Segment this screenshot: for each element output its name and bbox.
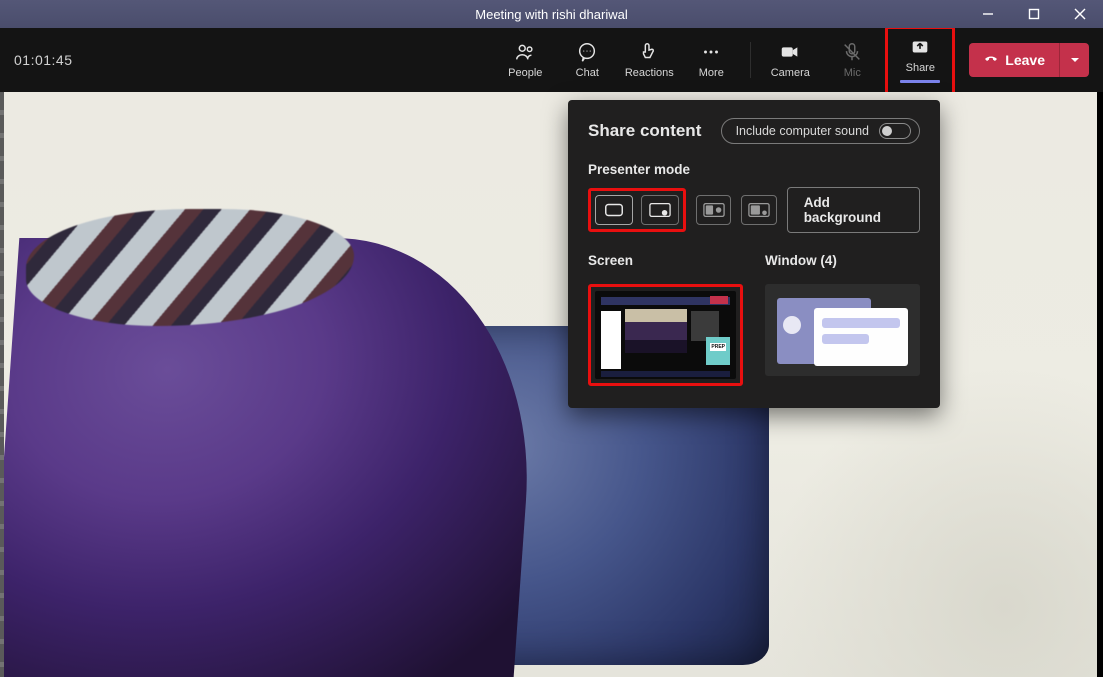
more-button[interactable]: More xyxy=(682,31,740,89)
screen-thumbnail[interactable]: PREP xyxy=(595,291,736,379)
meeting-timer: 01:01:45 xyxy=(14,52,73,68)
presenter-mode-highlight xyxy=(588,188,686,232)
share-icon xyxy=(909,36,931,58)
add-background-label: Add background xyxy=(804,195,881,225)
hangup-icon xyxy=(983,51,999,70)
presenter-mode-side-by-side[interactable] xyxy=(696,195,731,225)
share-label: Share xyxy=(906,62,935,74)
chat-button[interactable]: Chat xyxy=(558,31,616,89)
close-button[interactable] xyxy=(1057,0,1103,28)
camera-label: Camera xyxy=(771,67,810,79)
leave-label: Leave xyxy=(1005,52,1045,68)
more-icon xyxy=(700,41,722,63)
leave-button[interactable]: Leave xyxy=(969,43,1059,77)
toolbar-divider xyxy=(750,42,751,78)
window-controls xyxy=(965,0,1103,28)
reactions-button[interactable]: Reactions xyxy=(620,31,678,89)
share-content-panel: Share content Include computer sound Pre… xyxy=(568,100,940,408)
people-button[interactable]: People xyxy=(496,31,554,89)
share-button[interactable]: Share xyxy=(891,31,949,89)
reactions-label: Reactions xyxy=(625,67,674,79)
screen-highlight: PREP xyxy=(588,284,743,386)
meeting-toolbar: 01:01:45 People Chat Reactions More Came… xyxy=(0,28,1103,92)
meeting-title: Meeting with rishi dhariwal xyxy=(475,7,627,22)
include-sound-label: Include computer sound xyxy=(736,124,869,138)
people-icon xyxy=(514,41,536,63)
chat-label: Chat xyxy=(576,67,599,79)
reactions-icon xyxy=(638,41,660,63)
window-thumbnail[interactable] xyxy=(765,284,920,376)
toggle-switch-icon xyxy=(879,123,911,139)
window-label: Window (4) xyxy=(765,253,920,268)
mic-label: Mic xyxy=(844,67,861,79)
presenter-mode-content-only[interactable] xyxy=(595,195,633,225)
presenter-mode-reporter[interactable] xyxy=(741,195,776,225)
add-background-button[interactable]: Add background xyxy=(787,187,920,233)
mic-muted-icon xyxy=(841,41,863,63)
camera-icon xyxy=(779,41,801,63)
share-active-indicator xyxy=(900,80,940,83)
more-label: More xyxy=(699,67,724,79)
screen-label: Screen xyxy=(588,253,743,268)
maximize-button[interactable] xyxy=(1011,0,1057,28)
titlebar: Meeting with rishi dhariwal xyxy=(0,0,1103,28)
share-highlight: Share xyxy=(885,26,955,95)
presenter-mode-standout[interactable] xyxy=(641,195,679,225)
people-label: People xyxy=(508,67,542,79)
panel-title: Share content xyxy=(588,121,701,141)
mic-button[interactable]: Mic xyxy=(823,31,881,89)
presenter-mode-row: Add background xyxy=(588,187,920,233)
camera-button[interactable]: Camera xyxy=(761,31,819,89)
leave-group: Leave xyxy=(969,43,1089,77)
presenter-mode-label: Presenter mode xyxy=(588,162,920,177)
include-sound-toggle[interactable]: Include computer sound xyxy=(721,118,920,144)
left-ruler xyxy=(0,92,4,677)
chat-icon xyxy=(576,41,598,63)
leave-chevron[interactable] xyxy=(1059,43,1089,77)
minimize-button[interactable] xyxy=(965,0,1011,28)
